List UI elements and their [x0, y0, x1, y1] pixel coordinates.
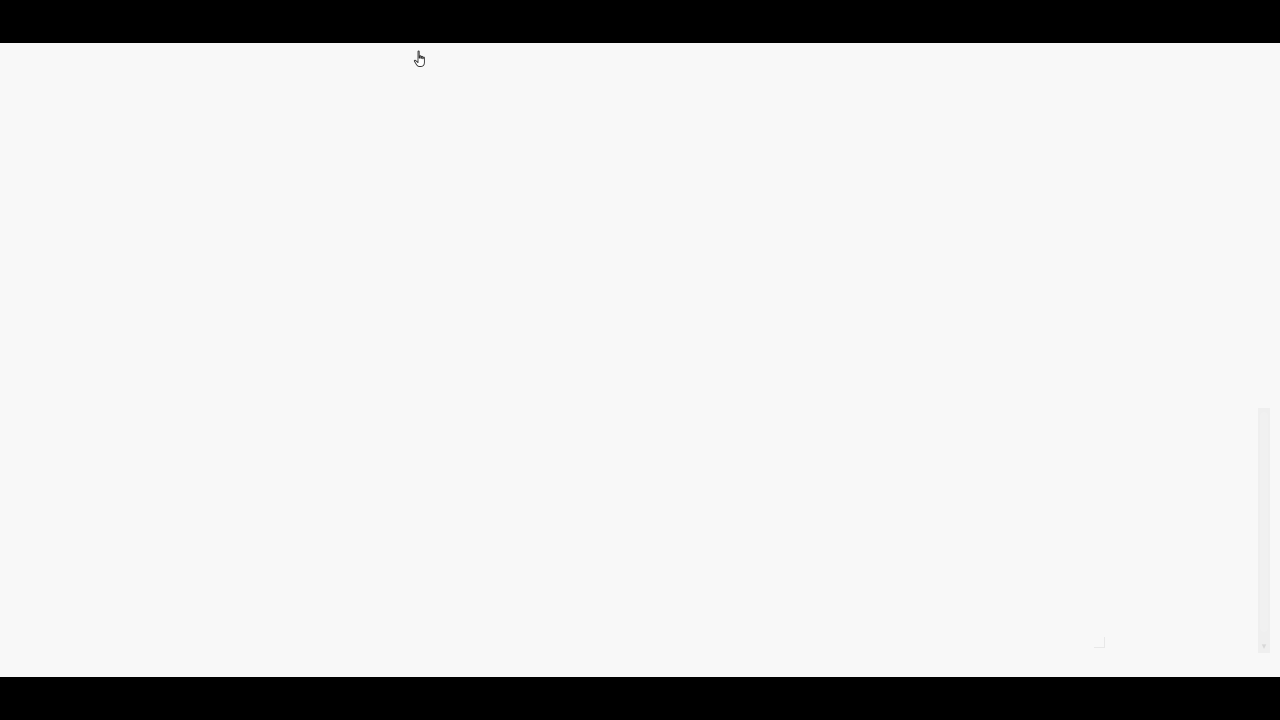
scrollbar-thumb[interactable] [1260, 412, 1268, 632]
letterbox-bottom [0, 677, 1280, 720]
vertical-scrollbar[interactable]: ▾ [1258, 408, 1270, 653]
resize-handle-icon[interactable] [1094, 637, 1105, 648]
chevron-down-icon[interactable]: ▾ [1259, 641, 1269, 651]
blank-page-viewport[interactable]: ▾ [0, 43, 1280, 677]
letterbox-top [0, 0, 1280, 43]
hand-pointer-icon [413, 50, 427, 68]
